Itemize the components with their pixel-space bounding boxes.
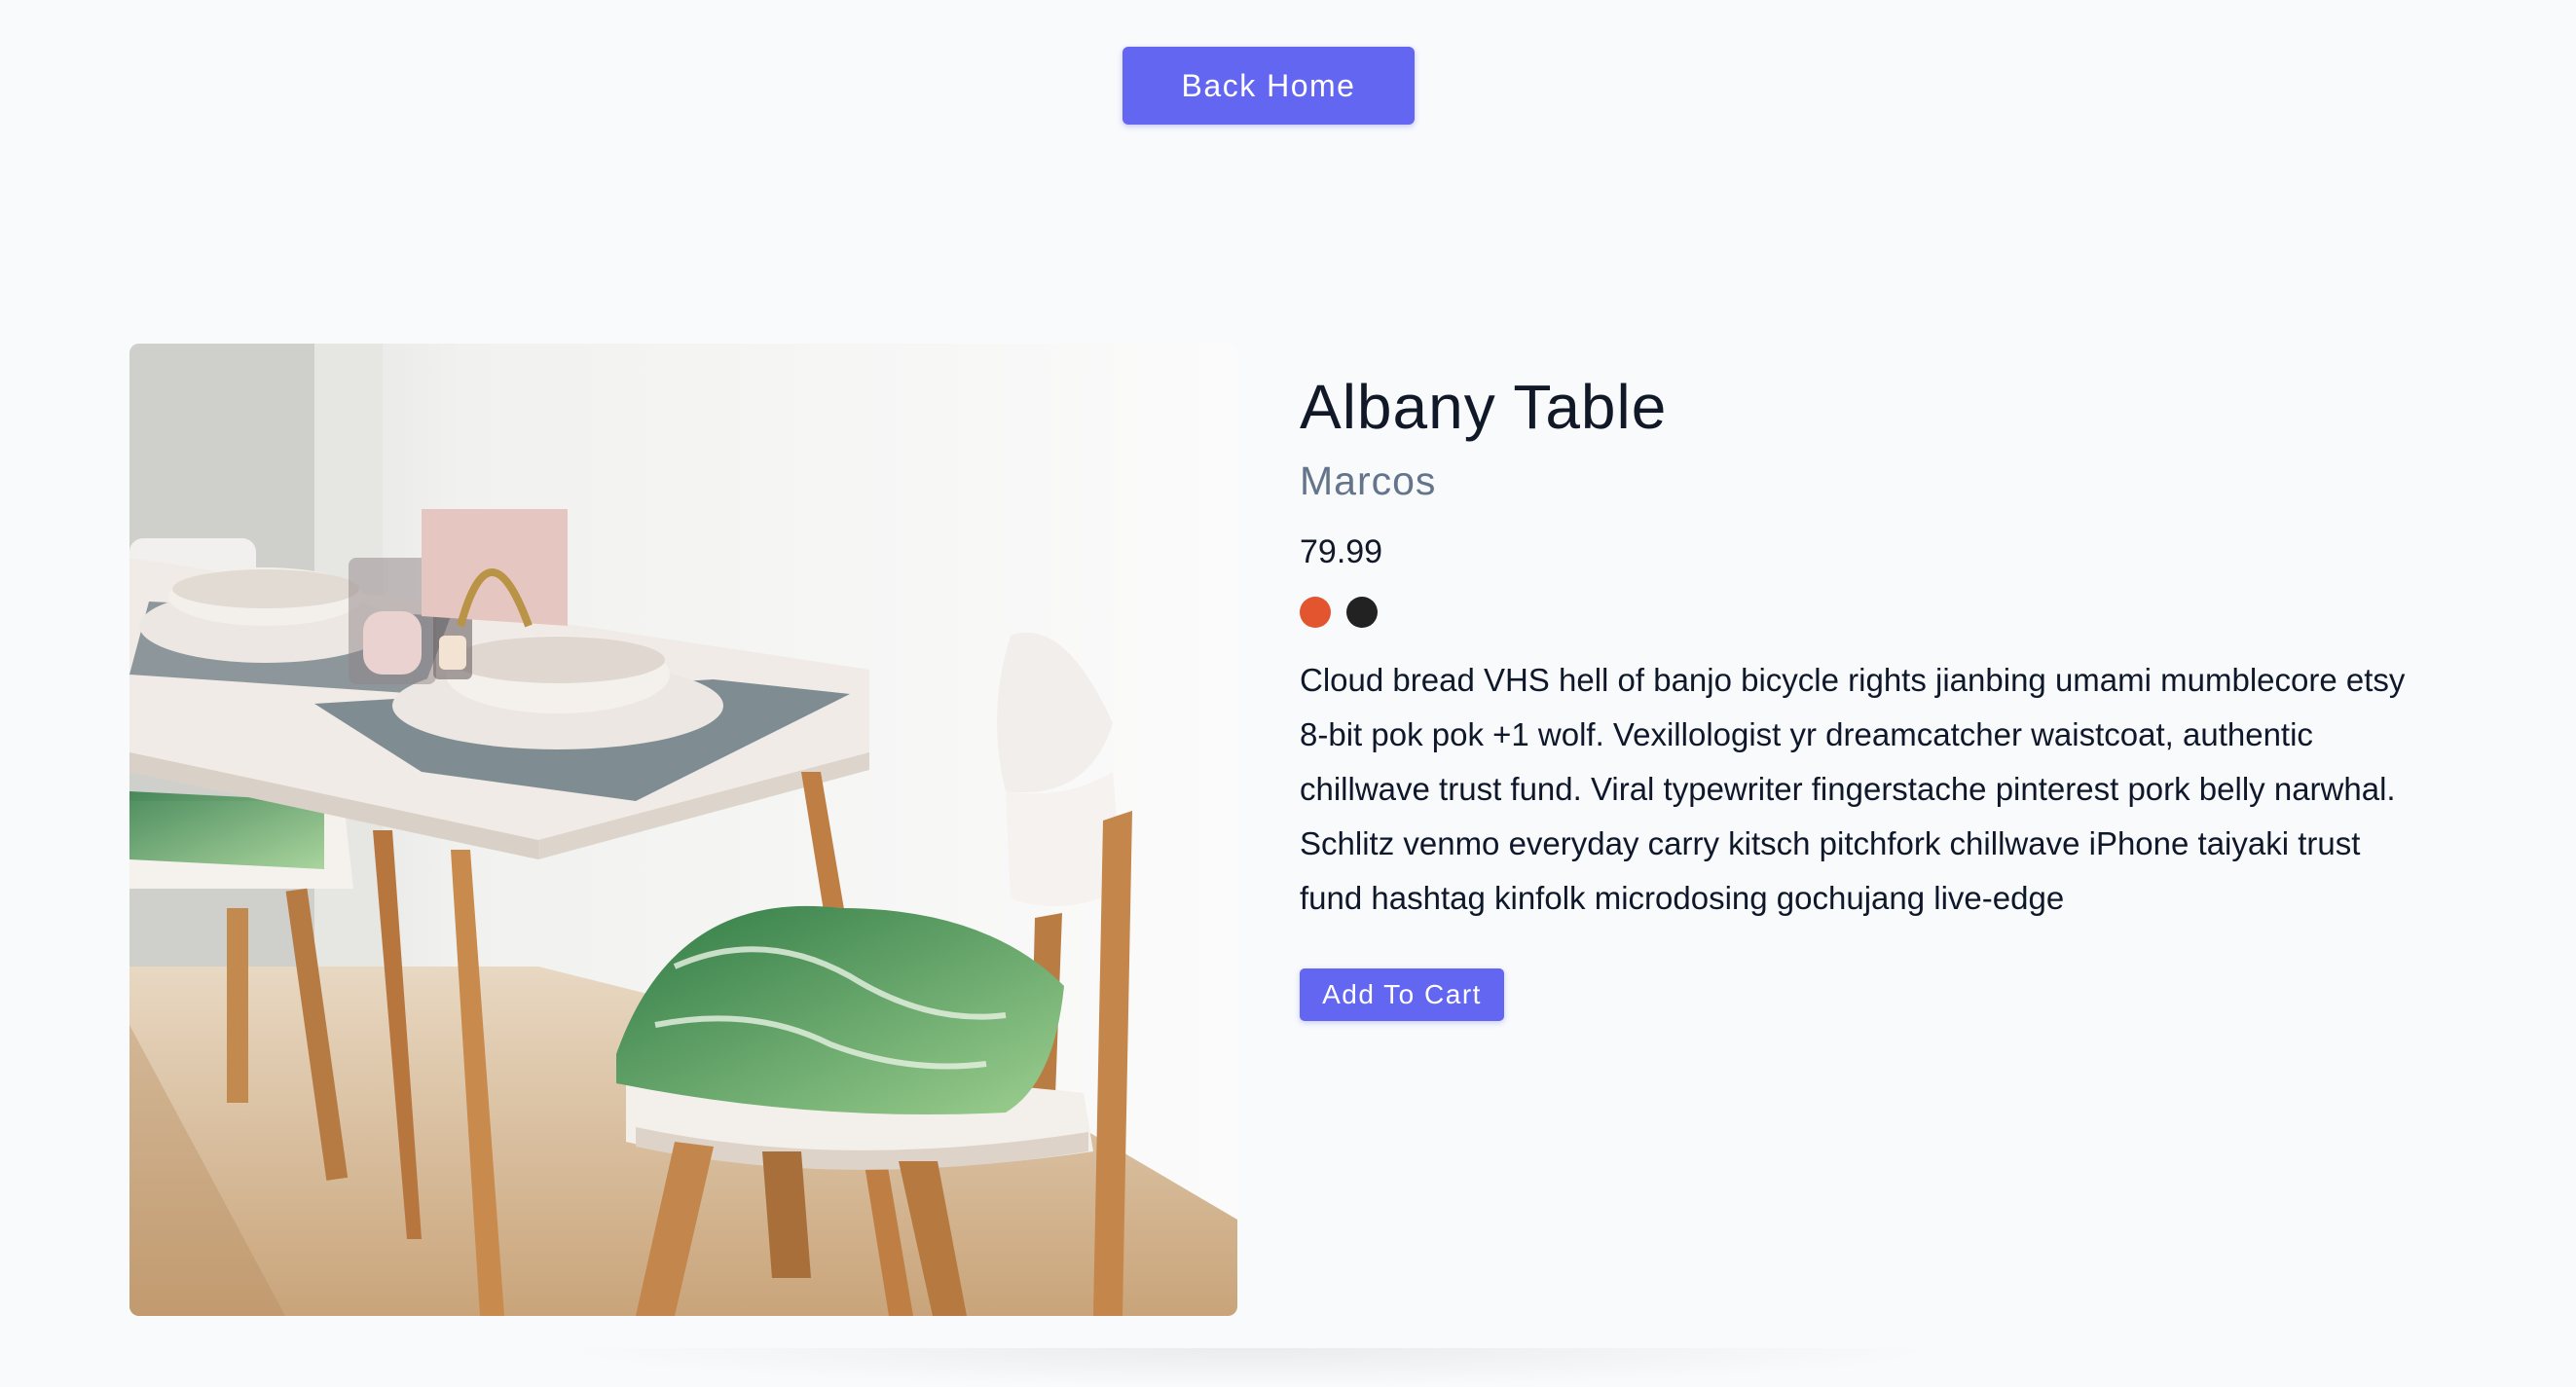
color-swatch-2[interactable] <box>1346 596 1378 628</box>
product-description: Cloud bread VHS hell of banjo bicycle ri… <box>1300 661 2406 916</box>
footer-shadow <box>545 1348 1957 1387</box>
product-price: 79.99 <box>1300 532 1383 570</box>
product-title: Albany Table <box>1300 372 1668 442</box>
product-brand: Marcos <box>1300 457 1437 503</box>
back-home-button[interactable]: Back Home <box>1122 47 1415 125</box>
product-info: Albany Table Marcos 79.99 Cloud bread VH… <box>1300 370 2419 1021</box>
add-to-cart-button[interactable]: Add To Cart <box>1300 967 1504 1021</box>
color-options <box>1300 596 2419 628</box>
color-swatch-1[interactable] <box>1300 596 1331 628</box>
product-image <box>129 344 1237 1316</box>
